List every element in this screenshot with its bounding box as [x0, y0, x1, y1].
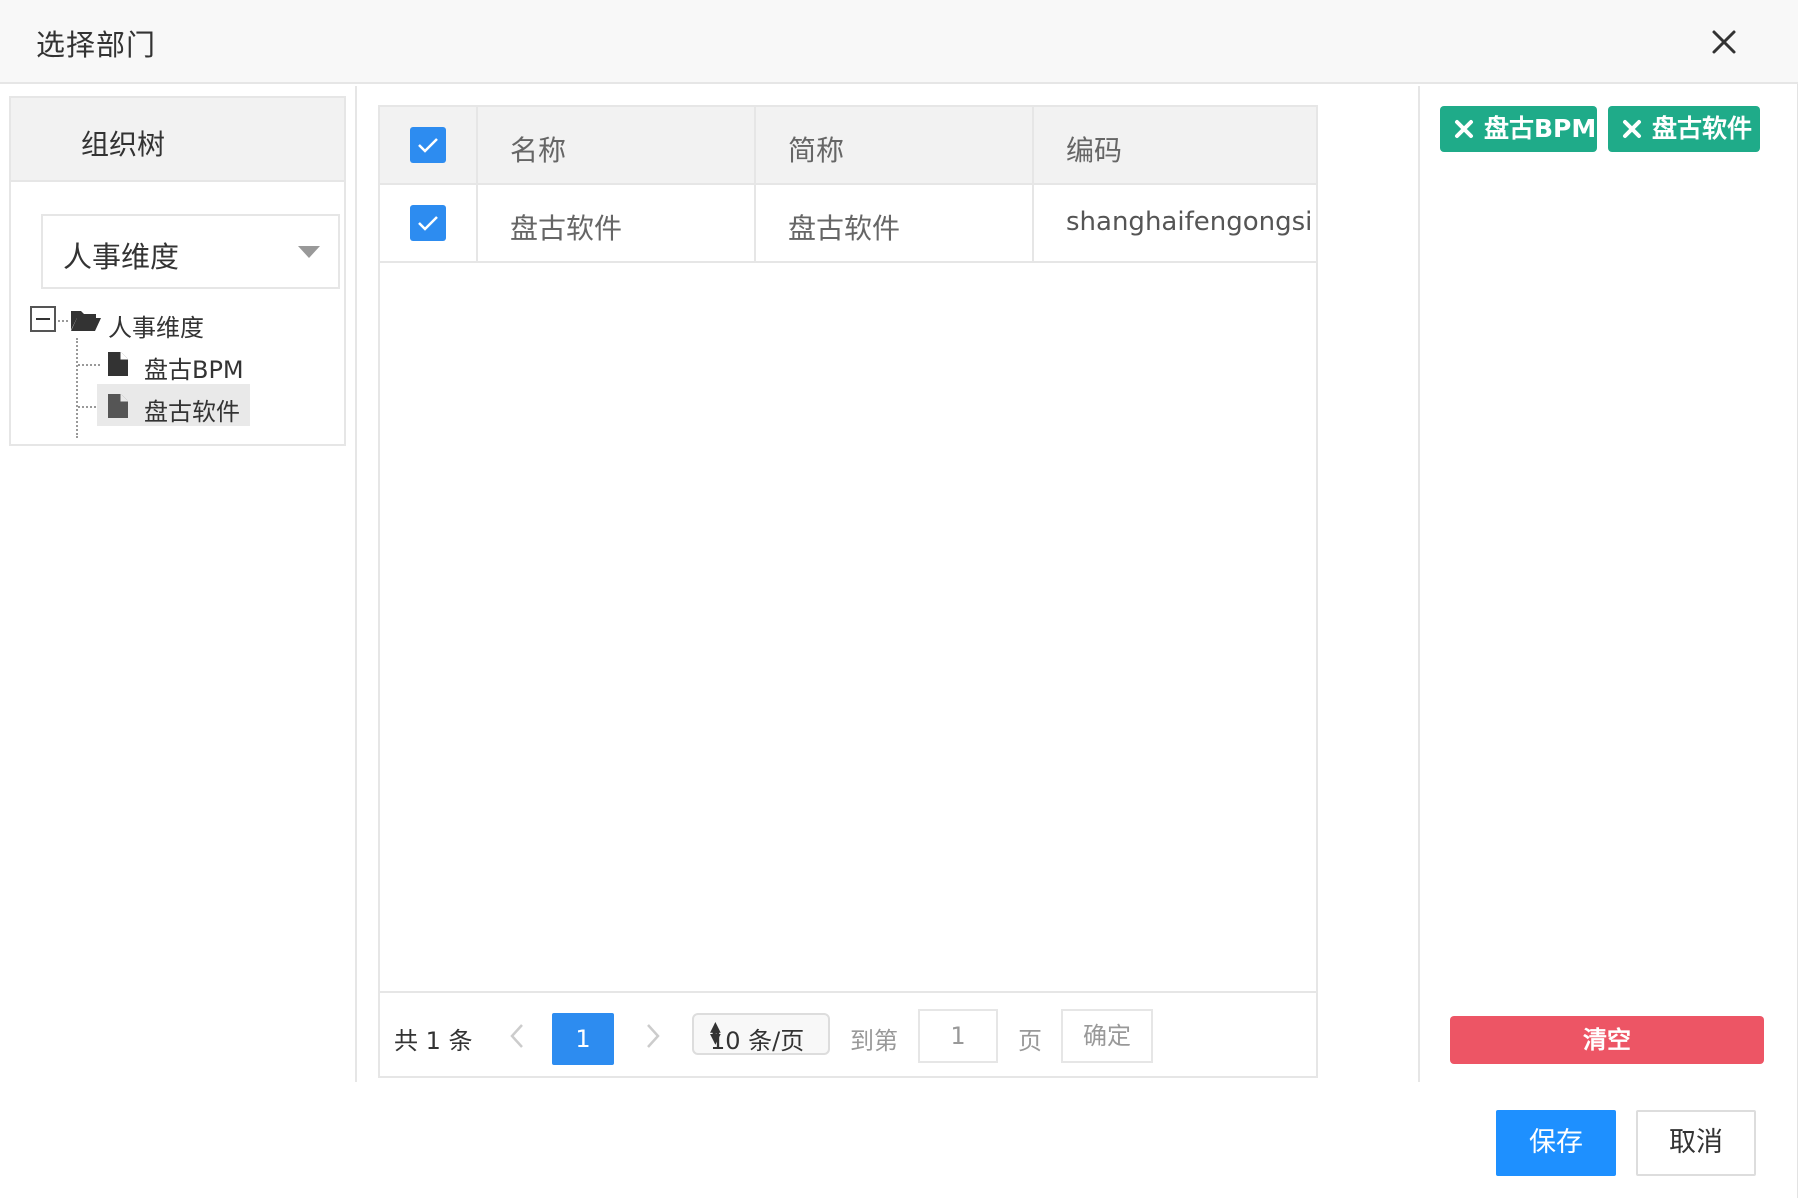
dimension-select-value: 人事维度 — [63, 240, 180, 274]
tree-panel: 组织树 人事维度 人事维度 盘古BPM 盘古软件 — [0, 86, 357, 1082]
tree-node-item[interactable]: 盘古BPM — [144, 350, 244, 385]
save-button[interactable]: 保存 — [1496, 1110, 1616, 1176]
chevron-right-icon[interactable] — [640, 1021, 664, 1051]
close-button[interactable] — [1706, 24, 1742, 60]
row-checkbox[interactable] — [410, 205, 446, 241]
selected-panel-divider — [1418, 86, 1420, 1082]
cell-name: 盘古软件 — [510, 212, 623, 245]
cell-code: shanghaifengongsi — [1066, 207, 1313, 237]
column-header-name[interactable]: 名称 — [510, 129, 566, 169]
selected-tag[interactable]: 盘古软件 — [1608, 106, 1760, 152]
check-icon — [418, 138, 438, 153]
tree-node-root[interactable]: 人事维度 — [108, 308, 204, 343]
select-all-checkbox[interactable] — [410, 127, 446, 163]
tree-header-label: 组织树 — [81, 128, 166, 161]
file-icon — [108, 352, 128, 376]
selected-tag[interactable]: 盘古BPM — [1440, 106, 1597, 152]
check-icon — [418, 216, 438, 231]
chevron-left-icon[interactable] — [506, 1021, 530, 1051]
tree-collapse-toggle[interactable] — [30, 306, 56, 332]
chevron-down-icon — [298, 246, 320, 258]
select-department-dialog: 选择部门 组织树 人事维度 人事维度 盘古BPM 盘古软件 名称 简称 编码 盘… — [0, 0, 1798, 1198]
pagination-total: 共 1 条 — [394, 1027, 473, 1055]
goto-label: 到第 — [850, 1027, 898, 1055]
column-header-code[interactable]: 编码 — [1066, 129, 1122, 169]
page-button-current[interactable]: 1 — [552, 1013, 614, 1065]
goto-confirm-button[interactable]: 确定 — [1061, 1009, 1153, 1063]
folder-open-icon — [71, 311, 101, 331]
page-suffix-label: 页 — [1018, 1027, 1042, 1055]
file-icon — [108, 394, 128, 418]
clear-button[interactable]: 清空 — [1450, 1016, 1764, 1064]
department-grid: 名称 简称 编码 盘古软件 盘古软件 shanghaifengongsi 共 1… — [378, 105, 1318, 1078]
dimension-select[interactable]: 人事维度 — [41, 214, 340, 289]
close-icon[interactable] — [1620, 117, 1644, 141]
table-row[interactable]: 盘古软件 盘古软件 shanghaifengongsi — [380, 185, 1316, 263]
pagination: 共 1 条 1 10 条/页 ▲ ▼ 到第 1 页 确定 — [380, 991, 1316, 1076]
column-header-short-name[interactable]: 简称 — [788, 129, 844, 169]
close-icon — [1712, 30, 1736, 54]
tree-node-item-selected[interactable]: 盘古软件 — [144, 392, 240, 427]
tree-header: 组织树 — [11, 98, 344, 182]
close-icon[interactable] — [1452, 117, 1476, 141]
selected-tag-label: 盘古BPM — [1484, 114, 1597, 143]
goto-page-input[interactable]: 1 — [918, 1009, 998, 1063]
sort-caret-icon: ▲ ▼ — [710, 1019, 721, 1047]
dialog-header: 选择部门 — [0, 0, 1798, 84]
selected-tag-label: 盘古软件 — [1652, 114, 1753, 143]
page-size-select[interactable]: 10 条/页 ▲ ▼ — [692, 1013, 830, 1055]
dialog-title: 选择部门 — [36, 28, 157, 62]
cell-short-name: 盘古软件 — [788, 212, 901, 245]
grid-header: 名称 简称 编码 — [380, 107, 1316, 185]
cancel-button[interactable]: 取消 — [1636, 1110, 1756, 1176]
